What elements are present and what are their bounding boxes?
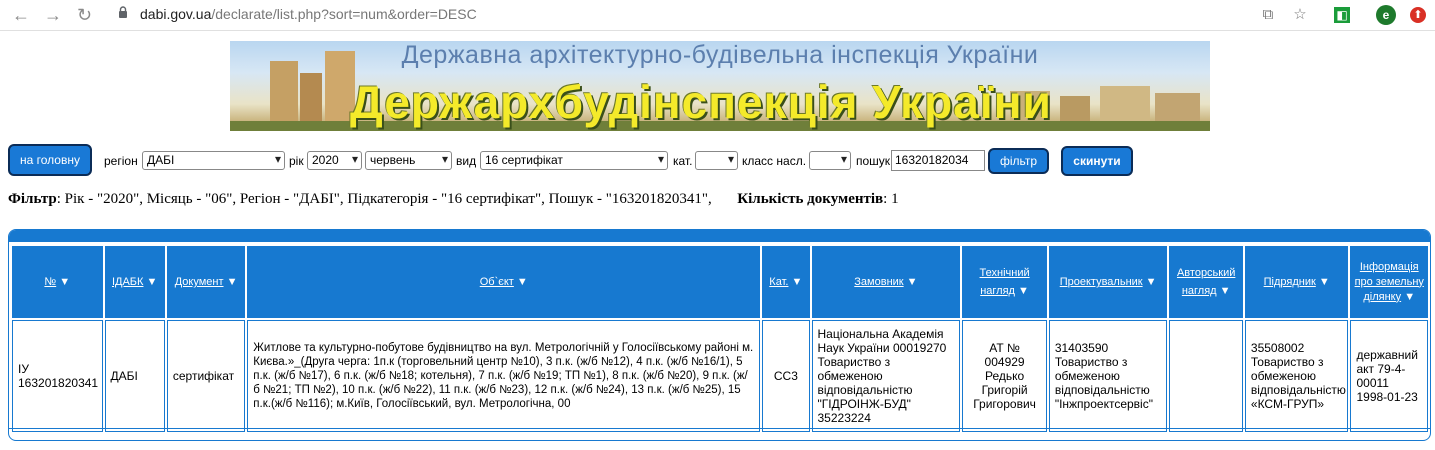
region-label: регіон: [104, 154, 138, 168]
month-select[interactable]: червень: [365, 151, 452, 170]
back-icon[interactable]: ←: [12, 5, 30, 25]
lock-icon[interactable]: [118, 6, 128, 18]
reload-icon[interactable]: ↻: [77, 5, 92, 25]
avatar[interactable]: e: [1376, 5, 1396, 25]
search-input[interactable]: 16320182034: [891, 150, 985, 171]
forward-icon[interactable]: →: [44, 5, 62, 25]
update-icon[interactable]: ⬆: [1410, 7, 1426, 23]
url-host: dabi.gov.ua: [140, 6, 212, 22]
sort-desc-icon: ▼: [906, 276, 918, 288]
class-label: класс насл.: [742, 154, 807, 168]
translate-icon[interactable]: ⧉: [1258, 5, 1278, 25]
filter-summary-label: Фільтр: [8, 191, 57, 207]
column-header-customer[interactable]: Замовник ▼: [811, 246, 961, 318]
sort-desc-icon: ▼: [146, 276, 158, 288]
filter-button[interactable]: фільтр: [988, 148, 1049, 174]
cell-contractor: 35508002 Товариство з обмеженою відповід…: [1244, 320, 1349, 432]
home-button[interactable]: на головну: [8, 144, 92, 176]
column-header-tech-supervision[interactable]: Технічний нагляд ▼: [962, 246, 1047, 318]
banner-title: Держархбудінспекція України: [350, 76, 1052, 128]
cell-customer: Національна Академія Наук України 000192…: [811, 320, 961, 432]
banner-subtitle: Державна архітектурно-будівельна інспекц…: [401, 41, 1039, 69]
reset-button[interactable]: скинути: [1061, 146, 1133, 176]
column-header-land-info[interactable]: Інформація про земельну ділянку ▼: [1350, 246, 1428, 318]
cell-object: Житлове та культурно-побутове будівництв…: [247, 320, 761, 432]
sort-desc-icon: ▼: [516, 276, 528, 288]
search-label: пошук: [856, 154, 891, 168]
cell-author-supervision: [1169, 320, 1243, 432]
column-header-num[interactable]: № ▼: [12, 246, 103, 318]
document-count-value: : 1: [883, 191, 899, 207]
extension-icon[interactable]: ◧: [1334, 7, 1350, 23]
cell-land-info: державний акт 79-4-00011 1998-01-23: [1350, 320, 1428, 432]
year-label: рік: [289, 154, 304, 168]
cell-tech-supervision: АТ № 004929 Редько Григорій Григорович: [962, 320, 1047, 432]
region-select[interactable]: ДАБІ: [142, 151, 285, 170]
bookmark-star-icon[interactable]: ☆: [1290, 5, 1310, 25]
column-header-category[interactable]: Кат. ▼: [762, 246, 810, 318]
table-header-row: № ▼ ІДАБК ▼ Документ ▼ Об`єкт ▼ Кат. ▼ З…: [12, 246, 1428, 318]
category-select[interactable]: [695, 151, 738, 170]
column-header-contractor[interactable]: Підрядник ▼: [1244, 246, 1349, 318]
sort-desc-icon: ▼: [1018, 285, 1029, 297]
cell-category: СС3: [762, 320, 810, 432]
sort-desc-icon: ▼: [1145, 276, 1157, 288]
column-header-document[interactable]: Документ ▼: [166, 246, 246, 318]
address-bar[interactable]: dabi.gov.ua/declarate/list.php?sort=num&…: [140, 6, 477, 22]
sort-desc-icon: ▼: [1404, 290, 1416, 303]
cell-idabk: ДАБІ: [104, 320, 165, 432]
class-select[interactable]: [809, 151, 851, 170]
document-count-label: Кількість документів: [737, 191, 884, 207]
column-header-object[interactable]: Об`єкт ▼: [247, 246, 761, 318]
type-select[interactable]: 16 сертифікат: [480, 151, 668, 170]
year-select[interactable]: 2020: [307, 151, 362, 170]
sort-desc-icon: ▼: [226, 276, 238, 288]
url-path: /declarate/list.php?sort=num&order=DESC: [211, 6, 477, 22]
cell-designer: 31403590 Товариство з обмеженою відповід…: [1048, 320, 1168, 432]
category-label: кат.: [673, 154, 693, 168]
sort-desc-icon: ▼: [59, 276, 71, 288]
filter-summary: Фільтр: Рік - "2020", Місяць - "06", Рег…: [8, 191, 899, 208]
cell-num: IУ 163201820341: [12, 320, 103, 432]
column-header-designer[interactable]: Проектувальник ▼: [1048, 246, 1168, 318]
results-table: № ▼ ІДАБК ▼ Документ ▼ Об`єкт ▼ Кат. ▼ З…: [10, 244, 1430, 434]
browser-toolbar: ← → ↻ dabi.gov.ua/declarate/list.php?sor…: [0, 0, 1435, 31]
column-header-author-supervision[interactable]: Авторський нагляд ▼: [1169, 246, 1243, 318]
table-row: IУ 163201820341 ДАБІ сертифікат Житлове …: [12, 320, 1428, 432]
sort-desc-icon: ▼: [1219, 285, 1231, 297]
filter-summary-text: : Рік - "2020", Місяць - "06", Регіон - …: [56, 191, 712, 207]
type-label: вид: [456, 154, 477, 168]
sort-desc-icon: ▼: [1318, 276, 1330, 288]
results-table-container: № ▼ ІДАБК ▼ Документ ▼ Об`єкт ▼ Кат. ▼ З…: [8, 229, 1431, 441]
sort-desc-icon: ▼: [791, 276, 803, 288]
column-header-idabk[interactable]: ІДАБК ▼: [104, 246, 165, 318]
cell-document: сертифікат: [166, 320, 246, 432]
header-banner: Державна архітектурно-будівельна інспекц…: [230, 41, 1210, 131]
